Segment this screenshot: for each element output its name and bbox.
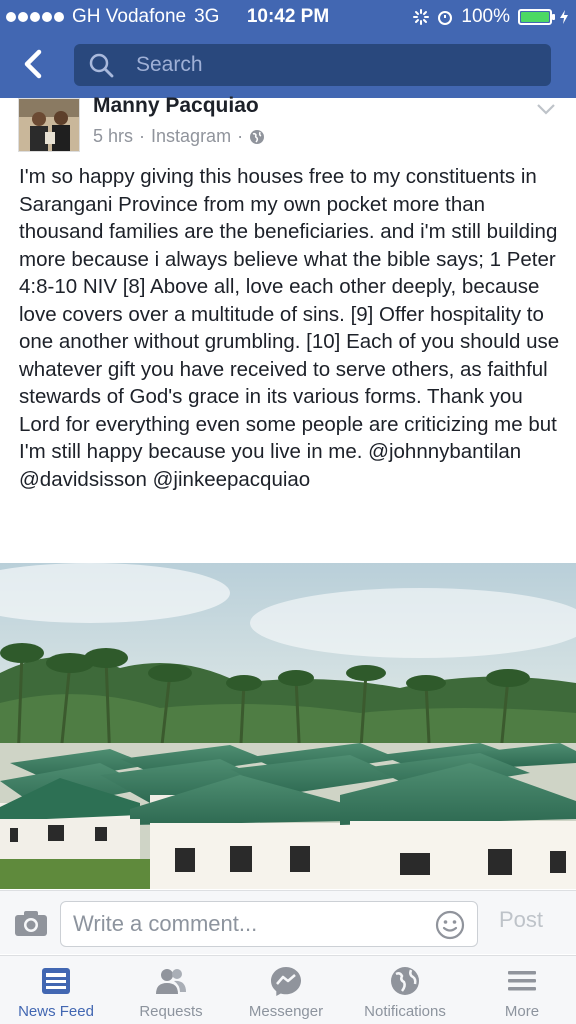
search-bar[interactable] [74, 44, 551, 86]
post-options-chevron-icon[interactable] [536, 102, 556, 116]
camera-icon[interactable] [14, 909, 48, 937]
smiley-icon[interactable] [435, 910, 465, 940]
tab-news-feed[interactable]: News Feed [0, 956, 112, 1024]
back-chevron-icon[interactable] [14, 44, 54, 84]
menu-icon [508, 971, 536, 991]
post-photo[interactable] [0, 563, 576, 889]
meta-separator: · [237, 126, 244, 146]
bottom-tab-bar: News Feed Requests Messenger Notificatio… [0, 955, 576, 1024]
tab-label-requests: Requests [139, 1003, 203, 1020]
alarm-icon [438, 11, 453, 25]
tab-label-more: More [504, 1003, 540, 1020]
comment-bar: Post [0, 890, 576, 954]
post-text: I'm so happy giving this houses free to … [19, 165, 560, 491]
post-meta: 5 hrs · Instagram · [93, 126, 265, 147]
avatar[interactable] [18, 98, 80, 152]
status-right: 100% [413, 6, 568, 28]
status-bar: GH Vodafone 3G 10:42 PM 100% [0, 0, 576, 34]
tab-requests[interactable]: Requests [112, 956, 230, 1024]
comment-field[interactable] [60, 901, 478, 947]
post-comment-button[interactable]: Post [499, 907, 543, 933]
tab-notifications[interactable]: Notifications [342, 956, 468, 1024]
activity-icon [413, 9, 430, 25]
messenger-icon [271, 967, 301, 996]
tab-label-messenger: Messenger [248, 1003, 324, 1020]
post-time[interactable]: 5 hrs [93, 126, 133, 147]
post-author-name[interactable]: Manny Pacquiao [93, 94, 259, 118]
meta-separator: · [139, 126, 146, 146]
tab-messenger[interactable]: Messenger [230, 956, 342, 1024]
friend-requests-icon [156, 969, 186, 994]
battery-percent: 100% [461, 6, 510, 27]
search-input[interactable] [136, 44, 536, 86]
news-feed-icon [42, 968, 70, 994]
battery-icon [518, 9, 555, 25]
globe-icon [391, 967, 419, 995]
tab-label-news-feed: News Feed [18, 1003, 94, 1020]
post-header: Manny Pacquiao 5 hrs · Instagram · [0, 94, 576, 160]
globe-icon [250, 129, 265, 144]
charging-icon [560, 10, 568, 24]
top-nav-bar: GH Vodafone 3G 10:42 PM 100% [0, 0, 576, 98]
tab-label-notifications: Notifications [364, 1003, 446, 1020]
tab-more[interactable]: More [468, 956, 576, 1024]
post-source: Instagram [151, 126, 232, 146]
comment-input[interactable] [73, 902, 423, 946]
search-icon [89, 53, 114, 78]
